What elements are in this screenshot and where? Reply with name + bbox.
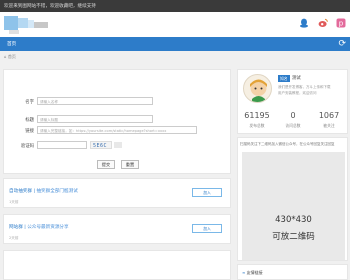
- qr-placeholder-text: 可放二维码: [272, 232, 315, 242]
- avatar[interactable]: [243, 74, 272, 103]
- submit-form-panel: 名字 请输入名称 标题 请输入标题 链接 请输入完整链接，如：https://y…: [3, 69, 231, 174]
- stat-posts-value: 61195: [244, 111, 270, 120]
- profile-bio-line2: 用户安装教程，欢迎访问: [278, 91, 317, 95]
- breadcrumb-home[interactable]: 首页: [8, 54, 16, 59]
- qr-size-text: 430*430: [275, 215, 312, 225]
- name-input[interactable]: 请输入名称: [37, 97, 153, 105]
- avatar-illustration-icon: [250, 79, 267, 102]
- group-card-title: 网站群 | 公众号最新资源分享: [9, 225, 69, 230]
- home-icon[interactable]: ⌂: [4, 54, 7, 59]
- breadcrumb: ⌂ 首页: [4, 54, 16, 60]
- profile-name[interactable]: 测试: [292, 75, 301, 81]
- reset-button[interactable]: 重置: [121, 160, 139, 169]
- captcha-input[interactable]: [37, 141, 87, 149]
- stat-posts-label: 发布总数: [249, 123, 265, 128]
- weibo-icon[interactable]: [318, 18, 328, 28]
- top-notice-bar: 欢迎来到图网站不错，欢迎收藏吧，继续支持: [0, 0, 350, 12]
- captcha-image[interactable]: 5E6C: [90, 141, 112, 149]
- title-label: 标题: [25, 118, 34, 123]
- top-notice-text: 欢迎来到图网站不错，欢迎收藏吧，继续支持: [4, 4, 96, 9]
- share-icon[interactable]: p: [336, 18, 346, 28]
- group-card-title: 自动抽奖群 | 抽奖群全部门槛测试: [9, 189, 78, 194]
- group-card-1[interactable]: 自动抽奖群 | 抽奖群全部门槛测试 1天前 加入: [3, 178, 231, 208]
- captcha-text: 5E6C: [93, 143, 108, 149]
- qr-placeholder: 430*430 可放二维码: [242, 152, 345, 260]
- qr-panel: 扫描码关注下二维码加入微信公众号，在公众号回复关注回复 430*430 可放二维…: [237, 137, 348, 261]
- profile-panel: 知名 测试 我们是开发博客，万斗上传和下载 用户安装教程，欢迎访问 61195 …: [237, 69, 348, 134]
- refresh-icon[interactable]: ⟳: [338, 39, 346, 49]
- link-input[interactable]: 请输入完整链接，如：https://yoursite.com/static/ho…: [37, 126, 197, 134]
- title-input[interactable]: 请输入标题: [37, 115, 153, 123]
- qr-instruction: 扫描码关注下二维码加入微信公众号，在公众号回复关注回复: [240, 142, 335, 146]
- name-label: 名字: [25, 100, 34, 105]
- join-button[interactable]: 加入: [192, 224, 222, 233]
- link-label: 链接: [25, 129, 34, 134]
- captcha-label: 验证码: [20, 144, 34, 149]
- captcha-refresh-icon[interactable]: [114, 142, 122, 148]
- group-card-3[interactable]: [3, 250, 231, 280]
- profile-bio-line1: 我们是开发博客，万斗上传和下载: [278, 85, 331, 89]
- stat-followers-label: 被关注: [323, 123, 335, 128]
- stat-visits-value: 0: [290, 111, 296, 120]
- nav-home-link[interactable]: 首页: [7, 41, 16, 47]
- site-header: p: [0, 12, 350, 37]
- main-nav: 首页 ⟳: [0, 37, 350, 51]
- qq-icon[interactable]: [299, 18, 309, 28]
- group-card-meta: 2天前: [9, 236, 19, 240]
- link-icon: ∞: [242, 270, 246, 275]
- stat-followers-value: 1067: [318, 111, 340, 120]
- friend-links-panel: ∞ 友情链接: [237, 264, 348, 280]
- svg-text:p: p: [339, 20, 344, 28]
- join-button[interactable]: 加入: [192, 188, 222, 197]
- group-card-2[interactable]: 网站群 | 公众号最新资源分享 2天前 加入: [3, 214, 231, 244]
- friend-links-title: ∞ 友情链接: [242, 270, 263, 275]
- group-card-meta: 1天前: [9, 200, 19, 204]
- profile-tag: 知名: [278, 75, 290, 82]
- stat-visits-label: 访问总数: [285, 123, 301, 128]
- submit-button[interactable]: 提交: [97, 160, 115, 169]
